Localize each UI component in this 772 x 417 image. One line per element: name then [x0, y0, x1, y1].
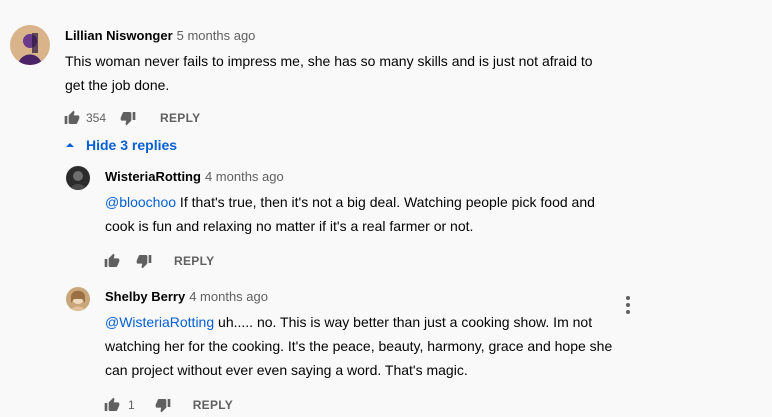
thumb-up-icon[interactable]	[104, 397, 120, 413]
comment-actions: 354 REPLY	[64, 108, 200, 128]
avatar[interactable]	[10, 25, 50, 65]
thumb-up-icon[interactable]	[104, 253, 120, 269]
reply-author[interactable]: WisteriaRotting	[105, 169, 201, 184]
reply-button[interactable]: REPLY	[160, 111, 200, 125]
reply-timestamp[interactable]: 4 months ago	[205, 169, 284, 184]
avatar[interactable]	[66, 287, 90, 311]
comment-author[interactable]: Lillian Niswonger	[65, 28, 173, 43]
thumb-up-icon[interactable]	[64, 110, 80, 126]
reply-timestamp[interactable]: 4 months ago	[189, 289, 268, 304]
comment-timestamp[interactable]: 5 months ago	[177, 28, 256, 43]
reply-button[interactable]: REPLY	[193, 398, 233, 412]
hide-replies-label: Hide 3 replies	[86, 137, 178, 153]
reply-author[interactable]: Shelby Berry	[105, 289, 185, 304]
reply-button[interactable]: REPLY	[174, 254, 214, 268]
comment-text: This woman never fails to impress me, sh…	[65, 53, 593, 93]
avatar[interactable]	[66, 166, 90, 190]
mention-link[interactable]: @bloochoo	[105, 194, 176, 210]
chevron-up-icon	[64, 139, 76, 151]
mention-link[interactable]: @WisteriaRotting	[105, 314, 214, 330]
like-count: 354	[86, 111, 107, 125]
thumb-down-icon[interactable]	[120, 110, 136, 126]
reply-text: @bloochoo If that's true, then it's not …	[105, 190, 605, 238]
thumb-down-icon[interactable]	[136, 253, 152, 269]
like-count: 1	[128, 398, 135, 412]
reply-text: @WisteriaRotting uh..... no. This is way…	[105, 310, 615, 382]
reply-actions: REPLY	[104, 251, 214, 271]
reply-body: If that's true, then it's not a big deal…	[105, 194, 595, 234]
thumb-down-icon[interactable]	[155, 397, 171, 413]
more-vert-icon[interactable]	[620, 295, 636, 315]
reply-actions: 1 REPLY	[104, 395, 233, 415]
hide-replies-button[interactable]: Hide 3 replies	[64, 135, 177, 155]
